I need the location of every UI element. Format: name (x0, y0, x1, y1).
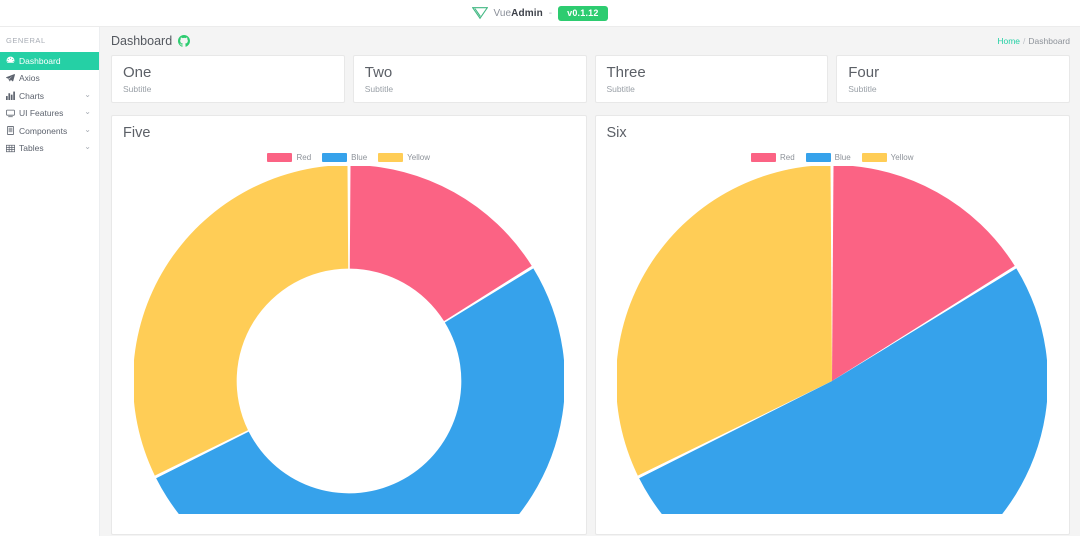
sidebar-item-axios[interactable]: Axios (0, 70, 99, 88)
sidebar-item-label: Components (19, 125, 68, 136)
sidebar-item-label: Tables (19, 143, 44, 154)
sidebar-section-label: GENERAL (6, 36, 46, 45)
stat-card-subtitle: Subtitle (123, 83, 152, 94)
chevron-down-icon[interactable]: ⌄ (84, 90, 91, 99)
sidebar-item-dashboard[interactable]: Dashboard (0, 52, 99, 70)
stat-card-title: One (123, 64, 152, 82)
brand-dash: - (548, 7, 553, 19)
legend-swatch-icon (378, 153, 404, 162)
legend-label: Yellow (890, 153, 914, 162)
legend-item[interactable]: Red (750, 153, 795, 162)
stat-card-title: Four (848, 64, 880, 82)
github-icon[interactable] (178, 35, 191, 47)
monitor-icon (6, 109, 17, 118)
brand[interactable]: VueAdmin - v0.1.12 (472, 5, 608, 21)
legend-item[interactable]: Blue (322, 153, 367, 162)
doughnut-chart[interactable] (133, 166, 564, 514)
pie-chart[interactable] (617, 166, 1048, 514)
brand-bold: Admin (511, 7, 543, 19)
sidebar-item-tables[interactable]: Tables ⌄ (0, 140, 99, 158)
legend-label: Yellow (407, 153, 431, 162)
chart-card: Six Red Blue Yellow (594, 115, 1070, 535)
breadcrumb-current: Dashboard (1028, 36, 1070, 46)
app-shell: GENERAL Dashboard Axios Charts ⌄ UI Features… (0, 27, 1080, 536)
table-icon (6, 144, 17, 153)
main-content: Dashboard Home / Dashboard One Subtitle Tw… (100, 27, 1080, 536)
chart-slice[interactable] (133, 166, 348, 476)
chevron-down-icon[interactable]: ⌄ (84, 108, 91, 116)
chart-legend: Red Blue Yellow (123, 153, 575, 162)
stat-card-row: One Subtitle Two Subtitle Three Subtitle Four S… (100, 55, 1080, 103)
sidebar-item-label: Charts (19, 90, 45, 101)
legend-swatch-icon (267, 153, 293, 162)
stat-card: One Subtitle (111, 55, 345, 103)
sidebar-item-label: Axios (19, 73, 40, 84)
sidebar-nav-list: Dashboard Axios Charts ⌄ UI Features ⌄ Compone… (0, 52, 99, 157)
legend-swatch-icon (805, 153, 831, 162)
dashboard-icon (6, 56, 17, 65)
breadcrumb: Home / Dashboard (997, 36, 1070, 46)
brand-prefix: Vue (493, 7, 512, 19)
page-title: Dashboard (111, 34, 173, 48)
stat-card-title: Three (606, 64, 646, 82)
sidebar-item-charts[interactable]: Charts ⌄ (0, 87, 99, 105)
chart-card: Five Red Blue Yellow (111, 115, 587, 535)
paper-plane-icon (6, 73, 17, 83)
legend-label: Red (779, 153, 795, 162)
sidebar: GENERAL Dashboard Axios Charts ⌄ UI Features… (0, 27, 100, 536)
stat-card: Four Subtitle (836, 55, 1070, 103)
stat-card: Two Subtitle (352, 55, 587, 103)
version-badge: v0.1.12 (558, 5, 608, 21)
chart-plot-area (607, 166, 1059, 514)
page-header: Dashboard Home / Dashboard (100, 27, 1080, 55)
stat-card: Three Subtitle (594, 55, 829, 103)
legend-swatch-icon (861, 153, 887, 162)
chevron-down-icon[interactable]: ⌄ (84, 125, 91, 134)
chart-plot-area (123, 166, 575, 514)
legend-item[interactable]: Red (267, 153, 311, 162)
vue-logo-icon (472, 6, 489, 20)
bar-chart-icon (6, 91, 17, 101)
legend-item[interactable]: Yellow (378, 153, 430, 162)
sidebar-item-components[interactable]: Components ⌄ (0, 122, 99, 140)
breadcrumb-separator: / (1023, 36, 1026, 46)
page-title-wrap: Dashboard (111, 34, 191, 48)
legend-item[interactable]: Yellow (861, 153, 914, 162)
stat-card-subtitle: Subtitle (606, 83, 635, 94)
chart-card-row: Five Red Blue Yellow Six Red Blue Yellow (100, 103, 1080, 535)
sidebar-item-label: UI Features (19, 108, 64, 119)
breadcrumb-home[interactable]: Home (997, 36, 1020, 46)
legend-swatch-icon (322, 153, 348, 162)
sidebar-item-ui-features[interactable]: UI Features ⌄ (0, 105, 99, 123)
stat-card-title: Two (364, 64, 393, 82)
legend-swatch-icon (750, 153, 776, 162)
legend-item[interactable]: Blue (805, 153, 851, 162)
sidebar-item-label: Dashboard (19, 55, 61, 66)
stat-card-subtitle: Subtitle (364, 83, 394, 94)
legend-label: Red (296, 153, 312, 162)
brand-name: VueAdmin (493, 8, 542, 19)
chart-card-title: Six (606, 125, 627, 141)
chart-card-title: Five (123, 125, 151, 141)
chart-legend: Red Blue Yellow (607, 153, 1059, 162)
top-brand-bar: VueAdmin - v0.1.12 (0, 0, 1080, 27)
legend-label: Blue (834, 153, 851, 162)
tablet-icon (6, 126, 17, 136)
chevron-down-icon[interactable]: ⌄ (84, 143, 91, 151)
legend-label: Blue (351, 153, 368, 162)
stat-card-subtitle: Subtitle (848, 83, 877, 94)
